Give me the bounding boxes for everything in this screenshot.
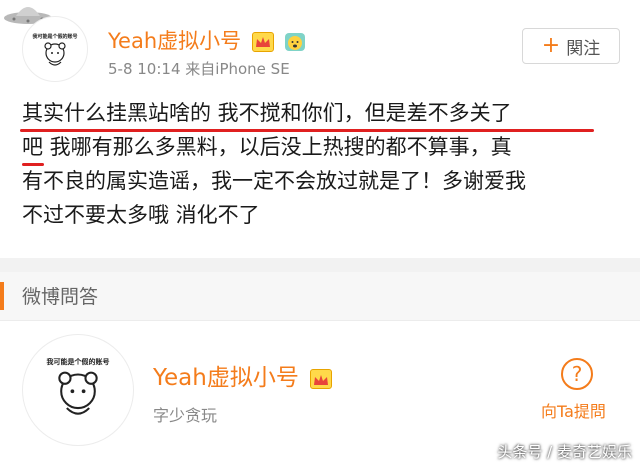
post-line-4: 不过不要太多哦 消化不了 [22,203,260,227]
red-underline-long [20,129,594,132]
avatar-caption: 我可能是个假的账号 [32,34,78,40]
qa-avatar-caption: 我可能是个假的账号 [46,358,110,366]
qa-accent-bar [0,282,4,310]
weibo-post: 我可能是个假的账号 Yeah虚拟小号 5-8 10:14 来自iPhone SE… [0,0,640,250]
post-user-name[interactable]: Yeah虚拟小号 [108,29,241,53]
cartoon-bear-icon [44,42,66,66]
red-underline-short [22,163,44,166]
post-time: 5-8 10:14 [108,60,181,78]
plus-icon: + [541,33,561,58]
ask-question-button[interactable]: 向Ta提問 [541,398,606,422]
post-source: 来自iPhone SE [185,60,290,78]
post-user-name-row: Yeah虚拟小号 [108,25,305,55]
post-line-1: 其实什么挂黑站啥的 我不搅和你们，但是差不多关了 [22,101,512,125]
qa-subtitle: 字少贪玩 [153,406,218,425]
qa-user-name-row: Yeah虚拟小号 [153,358,333,392]
post-line-3: 有不良的属实造谣，我一定不会放过就是了！多谢爱我 [22,169,526,193]
follow-button[interactable]: + 関注 [522,28,620,64]
qa-user-name[interactable]: Yeah虚拟小号 [153,365,299,391]
watermark: 头条号 / 麦奇艺娱乐 [497,443,632,461]
post-meta: 5-8 10:14 来自iPhone SE [108,58,290,79]
question-icon[interactable]: ? [561,358,593,390]
crown-badge-icon [251,32,274,52]
cartoon-bear-icon [58,371,98,415]
follow-label: 関注 [566,38,601,59]
emoji-badge-icon [284,33,305,51]
crown-badge-icon [310,368,333,389]
post-content: 其实什么挂黑站啥的 我不搅和你们，但是差不多关了 吧 我哪有那么多黑料，以后没上… [22,96,622,232]
qa-avatar[interactable]: 我可能是个假的账号 [22,334,134,446]
avatar[interactable]: 我可能是个假的账号 [22,16,88,82]
post-line-2: 吧 我哪有那么多黑料，以后没上热搜的都不算事，真 [22,135,512,159]
qa-section-title: 微博問答 [22,286,99,308]
qa-section-header: 微博問答 [0,272,640,320]
section-divider [0,258,640,272]
